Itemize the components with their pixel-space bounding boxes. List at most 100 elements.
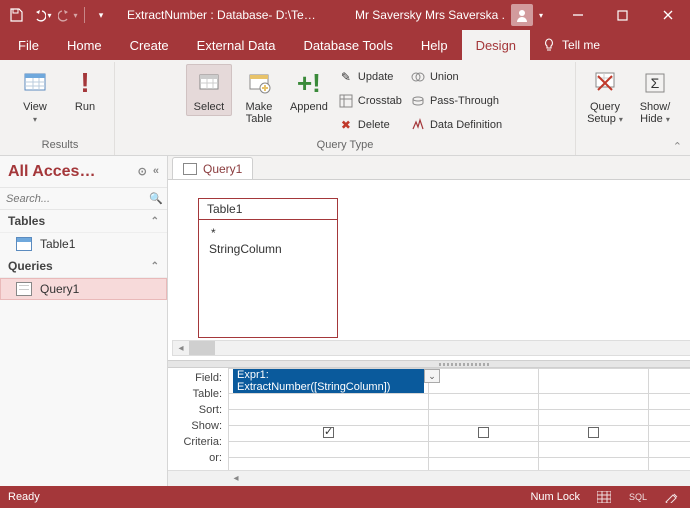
crosstab-button[interactable]: Crosstab <box>336 90 404 112</box>
nav-section-queries[interactable]: Queries⌃ <box>0 255 167 278</box>
field-cell-1[interactable]: Expr1: ExtractNumber([StringColumn]) <box>229 369 429 394</box>
crosstab-icon <box>338 93 354 109</box>
datadef-icon <box>410 117 426 133</box>
grid-row-criteria <box>229 442 690 458</box>
nav-item-query1[interactable]: Query1 <box>0 278 167 300</box>
sql-view-button[interactable]: SQL <box>628 489 648 505</box>
save-button[interactable] <box>6 5 26 25</box>
tab-create[interactable]: Create <box>116 30 183 60</box>
union-icon <box>410 69 426 85</box>
nav-collapse-icon[interactable]: « <box>153 165 159 178</box>
scroll-left-button[interactable]: ◂ <box>228 471 244 486</box>
show-checkbox-2[interactable] <box>478 427 489 438</box>
nav-header[interactable]: All Acces… ⊙ « <box>0 156 167 188</box>
user-account[interactable]: Mr Saversky Mrs Saverska . ▾ <box>345 4 547 26</box>
title-bar: ▾ ▾ ▾ ExtractNumber : Database- D:\Te… M… <box>0 0 690 30</box>
canvas-hscrollbar[interactable]: ◂ ▸ <box>172 340 690 356</box>
nav-header-title: All Acces… <box>8 163 95 181</box>
collapse-icon: ⌃ <box>151 261 159 272</box>
status-bar: Ready Num Lock SQL <box>0 486 690 508</box>
union-button[interactable]: Union <box>408 66 504 88</box>
search-input[interactable] <box>6 193 149 205</box>
tab-home[interactable]: Home <box>53 30 116 60</box>
document-area: Query1 × Table1 * StringColumn ◂ ▸ F <box>168 156 690 486</box>
table-field-star[interactable]: * <box>209 226 327 240</box>
minimize-button[interactable] <box>555 0 600 30</box>
tab-help[interactable]: Help <box>407 30 462 60</box>
ribbon-group-results: View▾ ! Run Results <box>6 62 115 155</box>
collapse-icon: ⌃ <box>151 216 159 227</box>
field-cell-2[interactable] <box>429 369 539 394</box>
append-button[interactable]: +! Append <box>286 64 332 116</box>
ribbon-group-setup: Query Setup ▾ Σ Show/ Hide ▾ <box>576 62 684 155</box>
query-setup-button[interactable]: Query Setup ▾ <box>582 64 628 128</box>
make-table-button[interactable]: Make Table <box>236 64 282 128</box>
field-cell-4[interactable] <box>649 369 690 394</box>
field-cell-3[interactable] <box>539 369 649 394</box>
tab-database-tools[interactable]: Database Tools <box>289 30 406 60</box>
search-icon[interactable]: 🔍 <box>149 192 163 205</box>
collapse-ribbon-button[interactable]: ⌃ <box>673 140 682 153</box>
table-field-stringcolumn[interactable]: StringColumn <box>209 242 282 256</box>
status-numlock: Num Lock <box>530 491 580 503</box>
nav-section-tables[interactable]: Tables⌃ <box>0 210 167 233</box>
run-button[interactable]: ! Run <box>62 64 108 116</box>
window-title: ExtractNumber : Database- D:\Te… <box>111 8 316 22</box>
close-button[interactable] <box>645 0 690 30</box>
design-view-button[interactable] <box>662 489 682 505</box>
select-query-button[interactable]: Select <box>186 64 232 116</box>
run-icon: ! <box>80 67 89 99</box>
grid-row-labels: Field: Table: Sort: Show: Criteria: or: <box>168 368 228 470</box>
window-controls <box>555 0 690 30</box>
scroll-thumb[interactable] <box>189 341 215 355</box>
select-icon <box>197 67 221 99</box>
label-criteria: Criteria: <box>170 434 222 450</box>
group-label-results: Results <box>42 137 79 153</box>
qat-customize-button[interactable]: ▾ <box>91 5 111 25</box>
tab-external-data[interactable]: External Data <box>183 30 290 60</box>
redo-button[interactable]: ▾ <box>58 5 78 25</box>
maximize-button[interactable] <box>600 0 645 30</box>
query-designer-canvas[interactable]: Table1 * StringColumn ◂ ▸ <box>168 180 690 360</box>
document-tab-label: Query1 <box>203 162 242 176</box>
label-or: or: <box>170 450 222 466</box>
query-icon <box>183 163 197 175</box>
quick-access-toolbar: ▾ ▾ ▾ <box>0 5 111 25</box>
nav-item-table1[interactable]: Table1 <box>0 233 167 255</box>
undo-button[interactable]: ▾ <box>32 5 52 25</box>
update-icon: ✎ <box>338 69 354 85</box>
field-dropdown-button[interactable]: ⌄ <box>424 369 440 383</box>
delete-button[interactable]: ✖Delete <box>336 114 404 136</box>
grid-row-field: Expr1: ExtractNumber([StringColumn]) <box>229 369 690 394</box>
table-box-table1[interactable]: Table1 * StringColumn <box>198 198 338 338</box>
table-icon <box>16 237 32 251</box>
datasheet-view-button[interactable] <box>594 489 614 505</box>
tell-me-search[interactable]: Tell me <box>530 30 612 60</box>
ribbon-tabs: File Home Create External Data Database … <box>0 30 690 60</box>
tab-file[interactable]: File <box>4 30 53 60</box>
passthrough-button[interactable]: Pass-Through <box>408 90 504 112</box>
lightbulb-icon <box>542 38 556 52</box>
nav-item-label: Query1 <box>40 282 79 296</box>
delete-icon: ✖ <box>338 117 354 133</box>
show-hide-button[interactable]: Σ Show/ Hide ▾ <box>632 64 678 128</box>
avatar-icon <box>511 4 533 26</box>
tell-me-label: Tell me <box>562 38 600 52</box>
nav-menu-caret-icon[interactable]: ⊙ <box>138 165 147 178</box>
show-checkbox-3[interactable] <box>588 427 599 438</box>
grid-hscrollbar[interactable]: ◂ ▸ <box>168 470 690 486</box>
sigma-icon: Σ <box>643 67 667 99</box>
splitter-handle[interactable] <box>168 360 690 368</box>
tab-design[interactable]: Design <box>462 30 530 60</box>
datadef-button[interactable]: Data Definition <box>408 114 504 136</box>
view-button[interactable]: View▾ <box>12 64 58 128</box>
scroll-left-button[interactable]: ◂ <box>173 341 189 355</box>
query-grid: Field: Table: Sort: Show: Criteria: or: … <box>168 368 690 470</box>
document-tab-query1[interactable]: Query1 <box>172 157 253 179</box>
label-show: Show: <box>170 418 222 434</box>
update-button[interactable]: ✎Update <box>336 66 404 88</box>
grid-row-sort <box>229 410 690 426</box>
table-box-title: Table1 <box>199 199 337 220</box>
show-checkbox-1[interactable] <box>323 427 334 438</box>
group-label-query-type: Query Type <box>317 137 374 153</box>
